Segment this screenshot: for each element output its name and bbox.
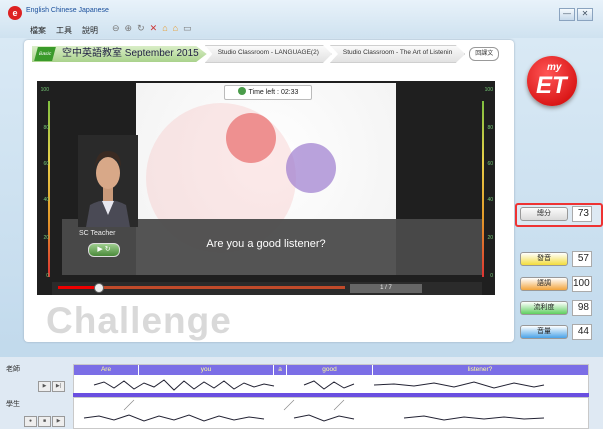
score-fluency: 流利度 98 [520,300,592,316]
clock-icon [237,87,246,95]
app-window: e English Chinese Japanese 檔案 工具 說明 ⊖ ⊕ … [0,0,603,429]
score-intonation: 語調 100 [520,276,592,292]
word-segment[interactable]: a [274,365,287,375]
intonation-value: 100 [572,276,592,292]
fluency-value: 98 [572,300,592,316]
student-play-button[interactable]: ▶ [52,416,65,427]
stop-icon[interactable]: ✕ [150,23,158,34]
score-pronunciation: 發音 57 [520,251,592,267]
close-button[interactable]: ✕ [577,8,593,21]
window-controls: — ✕ [559,8,593,21]
menu-tools[interactable]: 工具 [56,25,72,36]
word-segment[interactable]: good [287,365,373,375]
teacher-replay-button[interactable]: ▶ ↻ [88,243,120,257]
teacher-play-segment-button[interactable]: ▶| [52,381,65,392]
progress-thumb[interactable] [94,283,105,293]
teacher-avatar [78,135,138,227]
current-sentence: Are you a good listener? [206,238,326,250]
back-icon[interactable]: ⊖ [112,23,120,34]
teacher-play-button[interactable]: ▶ [38,381,51,392]
teacher-name: SC Teacher [79,230,116,237]
home-icon[interactable]: ⌂ [162,23,167,34]
progress-fill [58,286,99,289]
tab-course[interactable]: Basic 空中英語教室 September 2015 [32,46,207,62]
title-bar: e English Chinese Japanese 檔案 工具 說明 ⊖ ⊕ … [0,0,603,38]
myet-logo-icon: e [8,6,22,20]
ct-bubble-icon [286,143,336,193]
myet-brand-logo: my ET [527,56,577,106]
right-volume-meter: 100 80 60 40 20 0 [481,87,495,283]
progress-bar[interactable]: 1 / 7 [52,282,482,295]
student-track-label: 學生 [6,401,20,408]
student-record-button[interactable]: ● [24,416,37,427]
home2-icon[interactable]: ⌂ [173,23,178,34]
teacher-wave-graph [93,379,545,391]
et-bubble-icon [226,113,276,163]
volume-label[interactable]: 音量 [520,325,568,339]
print-icon[interactable]: ▭ [183,23,192,34]
mode-title: Challenge [46,300,232,341]
tab-course-label: 空中英語教室 September 2015 [62,48,199,59]
lesson-tabs: Basic 空中英語教室 September 2015 Studio Class… [32,45,500,63]
volume-value: 44 [572,324,592,340]
minimize-button[interactable]: — [559,8,575,21]
fluency-label[interactable]: 流利度 [520,301,568,315]
tab-lesson[interactable]: Studio Classroom - The Art of Listenin [329,45,466,63]
menu-bar: 檔案 工具 說明 [30,25,98,36]
time-left: Time left : 02:33 [224,85,312,100]
word-segment[interactable]: you [139,365,274,375]
page-counter: 1 / 7 [350,284,422,293]
student-wave-graph [83,399,545,422]
teacher-track-label: 老師 [6,366,20,373]
pronunciation-value: 57 [572,251,592,267]
toolbar: ⊖ ⊕ ↻ ✕ ⌂ ⌂ ▭ [112,23,192,34]
back-to-text-button[interactable]: 回課文 [469,47,500,61]
total-score-label[interactable]: 總分 [520,207,568,221]
menu-help[interactable]: 說明 [82,25,98,36]
tab-unit[interactable]: Studio Classroom - LANGUAGE(2) [204,45,332,63]
student-stop-button[interactable]: ■ [38,416,51,427]
word-segment[interactable]: listener? [373,365,587,375]
word-segment[interactable]: Are [74,365,139,375]
level-badge: Basic [34,47,56,61]
total-score-value: 73 [572,206,592,222]
time-left-value: 02:33 [280,89,299,96]
left-volume-meter: 100 80 60 40 20 0 [40,87,50,279]
pronunciation-label[interactable]: 發音 [520,252,568,266]
score-volume: 音量 44 [520,324,592,340]
refresh-icon[interactable]: ↻ [137,23,145,34]
score-total: 總分 73 [520,206,592,222]
language-links[interactable]: English Chinese Japanese [26,7,109,14]
student-waveform[interactable] [73,397,589,429]
intonation-label[interactable]: 語調 [520,277,568,291]
forward-icon[interactable]: ⊕ [125,23,133,34]
menu-file[interactable]: 檔案 [30,25,46,36]
teacher-waveform[interactable]: Are you a good listener? [73,364,589,396]
word-strip: Are you a good listener? [74,365,588,375]
